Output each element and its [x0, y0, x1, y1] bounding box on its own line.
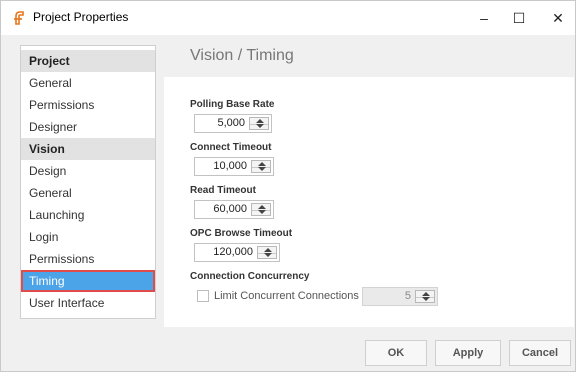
spinner-arrows-icon[interactable]	[251, 203, 271, 216]
sidebar-item-launching[interactable]: Launching	[21, 204, 155, 226]
sidebar-item-project-general[interactable]: General	[21, 72, 155, 94]
read-timeout-spinner[interactable]: 60,000	[194, 200, 274, 219]
panel-title: Vision / Timing	[190, 47, 294, 64]
spinner-arrows-icon	[415, 290, 435, 303]
spinner-arrows-icon[interactable]	[257, 246, 277, 259]
close-button[interactable]: ✕	[538, 1, 576, 35]
sidebar-item-user-interface[interactable]: User Interface	[21, 292, 155, 314]
cancel-button[interactable]: Cancel	[509, 340, 571, 366]
project-properties-window: Project Properties – ☐ ✕ Project General…	[0, 0, 576, 372]
opc-browse-timeout-label: OPC Browse Timeout	[190, 228, 293, 239]
minimize-button[interactable]: –	[464, 1, 504, 35]
timing-settings-panel: Polling Base Rate 5,000 Connect Timeout …	[164, 77, 574, 327]
sidebar-item-vision-permissions[interactable]: Permissions	[21, 248, 155, 270]
spinner-arrows-icon[interactable]	[251, 160, 271, 173]
connect-timeout-label: Connect Timeout	[190, 142, 272, 153]
title-bar[interactable]: Project Properties – ☐ ✕	[1, 1, 575, 35]
limit-concurrent-connections-checkbox[interactable]	[197, 290, 209, 302]
window-title: Project Properties	[33, 10, 129, 24]
spinner-arrows-icon[interactable]	[249, 117, 269, 130]
maximize-button[interactable]: ☐	[499, 1, 539, 35]
sidebar-item-designer[interactable]: Designer	[21, 116, 155, 138]
opc-browse-timeout-value[interactable]: 120,000	[213, 246, 253, 258]
connect-timeout-value[interactable]: 10,000	[213, 160, 247, 172]
sidebar-nav: Project General Permissions Designer Vis…	[20, 45, 156, 319]
sidebar-item-login[interactable]: Login	[21, 226, 155, 248]
read-timeout-value[interactable]: 60,000	[213, 203, 247, 215]
sidebar-item-timing[interactable]: Timing	[21, 270, 155, 292]
opc-browse-timeout-spinner[interactable]: 120,000	[194, 243, 280, 262]
sidebar-item-project-permissions[interactable]: Permissions	[21, 94, 155, 116]
polling-base-rate-label: Polling Base Rate	[190, 99, 275, 110]
sidebar-item-vision-general[interactable]: General	[21, 182, 155, 204]
concurrent-connections-spinner: 5	[362, 287, 438, 306]
polling-base-rate-value[interactable]: 5,000	[217, 117, 245, 129]
polling-base-rate-spinner[interactable]: 5,000	[194, 114, 272, 133]
connect-timeout-spinner[interactable]: 10,000	[194, 157, 274, 176]
ignition-app-icon	[14, 11, 24, 25]
concurrent-connections-value: 5	[404, 290, 411, 302]
sidebar-header-vision: Vision	[21, 138, 155, 160]
apply-button[interactable]: Apply	[435, 340, 501, 366]
ok-button[interactable]: OK	[365, 340, 427, 366]
connection-concurrency-label: Connection Concurrency	[190, 271, 310, 282]
sidebar-item-design[interactable]: Design	[21, 160, 155, 182]
limit-concurrent-connections-label[interactable]: Limit Concurrent Connections	[214, 290, 359, 302]
panel-header: Vision / Timing	[164, 37, 574, 77]
read-timeout-label: Read Timeout	[190, 185, 256, 196]
sidebar-header-project: Project	[21, 50, 155, 72]
